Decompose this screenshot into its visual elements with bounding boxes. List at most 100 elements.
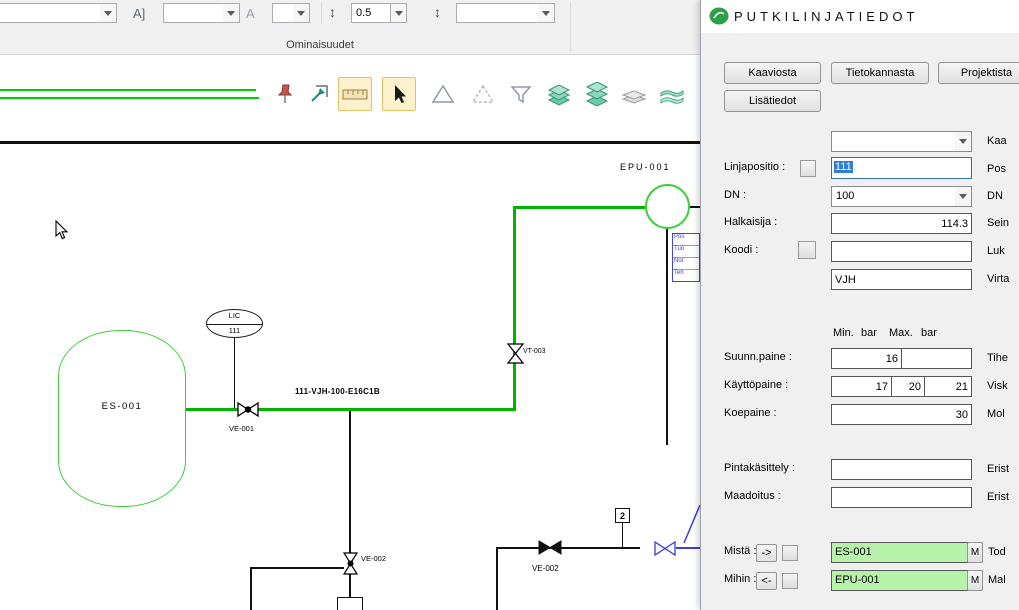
instrument-lead-line: [234, 338, 235, 408]
selected-text: 111: [834, 161, 853, 173]
koepaine-label: Koepaine :: [724, 407, 777, 419]
valve-label: VT-003: [523, 348, 546, 355]
valve-label: VE-002: [532, 564, 559, 573]
application-window: A] A ↕ 0.5 ↕ Ominaisuudet: [0, 0, 1019, 610]
right-label-mal: Mal: [988, 574, 1006, 586]
suunnpaine-min-field[interactable]: [831, 348, 902, 369]
equipment-box[interactable]: [337, 597, 363, 610]
valve-label: VE-002: [361, 554, 386, 563]
mista-label: Mistä :: [724, 545, 756, 557]
pump-drop-line[interactable]: [666, 229, 668, 445]
koepaine-field[interactable]: [831, 404, 972, 425]
right-label-mol: Mol: [987, 408, 1005, 420]
right-label-tod: Tod: [988, 546, 1006, 558]
kayttopaine-field-1[interactable]: [831, 376, 892, 397]
halkaisija-field[interactable]: [831, 213, 972, 234]
right-label-virta: Virta: [987, 273, 1009, 285]
linjapositio-label: Linjapositio :: [724, 161, 785, 173]
chevron-down-icon: [955, 187, 971, 206]
kaaviosta-button[interactable]: Kaaviosta: [724, 62, 821, 84]
linjapositio-field[interactable]: 111: [831, 157, 972, 179]
pintakasittely-label: Pintakäsittely :: [724, 462, 795, 474]
bar-header: bar: [921, 327, 937, 339]
instrument-lic[interactable]: LIC 111: [206, 309, 263, 338]
right-label-kaa: Kaa: [987, 135, 1007, 147]
line-combo[interactable]: [831, 131, 972, 152]
right-label-sein: Sein: [987, 217, 1009, 229]
right-label-dn: DN: [987, 190, 1003, 202]
mihin-field[interactable]: EPU-001: [831, 570, 968, 591]
valve-blue[interactable]: [654, 541, 676, 556]
right-label-tihe: Tihe: [987, 352, 1008, 364]
instrument-number: 111: [207, 326, 262, 335]
vessel-es001[interactable]: [58, 330, 186, 507]
mista-m-button[interactable]: M: [967, 542, 983, 563]
koodi-picker-button[interactable]: [798, 241, 816, 259]
lisatiedot-button[interactable]: Lisätiedot: [724, 90, 821, 112]
instrument-divider: [207, 324, 262, 325]
maadoitus-label: Maadoitus :: [724, 490, 781, 502]
info-row: Teh: [673, 270, 699, 282]
branch-line: [250, 567, 344, 569]
valve-label: VE-001: [229, 424, 254, 433]
pipe-segment-blue: [682, 503, 702, 545]
mista-arrow-button[interactable]: ->: [756, 544, 777, 562]
branch-line: [250, 567, 252, 610]
dialog-title: PUTKILINJATIEDOT: [734, 9, 918, 24]
kayttopaine-label: Käyttöpaine :: [724, 379, 788, 391]
dn-value: 100: [836, 190, 854, 202]
pump-info-table[interactable]: Pos Tuo Nor Teh: [672, 233, 700, 282]
kayttopaine-field-3[interactable]: [924, 376, 972, 397]
tietokannasta-button[interactable]: Tietokannasta: [831, 62, 929, 84]
pipe-segment[interactable]: [513, 206, 646, 209]
dn-label: DN :: [724, 189, 746, 201]
putkilinjatiedot-dialog: PUTKILINJATIEDOT Kaaviosta Tietokannasta…: [700, 0, 1019, 610]
dn-combo[interactable]: 100: [831, 186, 972, 207]
pump-epu001[interactable]: [645, 184, 690, 229]
branch-line[interactable]: [349, 411, 351, 556]
tunnus-field[interactable]: [831, 269, 972, 290]
right-label-luk: Luk: [987, 245, 1005, 257]
chevron-down-icon: [955, 132, 971, 151]
connector-node[interactable]: 2: [615, 508, 630, 523]
instrument-tag: LIC: [207, 311, 262, 320]
pintakasittely-field[interactable]: [831, 459, 972, 480]
pipe-tag[interactable]: 111-VJH-100-E16C1B: [295, 387, 380, 396]
vessel-label: ES-001: [58, 401, 186, 412]
pipe-segment[interactable]: [513, 206, 516, 411]
mista-field[interactable]: ES-001: [831, 542, 968, 563]
linjapositio-picker-button[interactable]: [800, 160, 816, 177]
mihin-m-button[interactable]: M: [967, 570, 983, 591]
pipe-segment-black[interactable]: [497, 547, 640, 549]
valve-vt003[interactable]: [507, 343, 524, 364]
mihin-arrow-button[interactable]: <-: [756, 572, 777, 590]
pipe-segment-black[interactable]: [496, 547, 498, 610]
max-header: Max.: [889, 327, 913, 339]
mouse-cursor-icon: [55, 220, 69, 240]
halkaisija-label: Halkaisija :: [724, 216, 777, 228]
bar-header: bar: [861, 327, 877, 339]
valve-ve001[interactable]: [237, 402, 259, 417]
suunnpaine-label: Suunn.paine :: [724, 351, 792, 363]
dialog-titlebar[interactable]: PUTKILINJATIEDOT: [701, 0, 1019, 33]
koodi-field[interactable]: [831, 241, 972, 262]
valve-ve002-horizontal[interactable]: [538, 540, 562, 555]
info-row: Pos: [673, 234, 699, 246]
maadoitus-field[interactable]: [831, 487, 972, 508]
koodi-label: Koodi :: [724, 244, 758, 256]
pump-label: EPU-001: [620, 162, 671, 172]
pipe-segment-blue: [676, 547, 700, 549]
branch-line: [349, 574, 351, 598]
mista-picker-button[interactable]: [782, 545, 798, 561]
kayttopaine-field-2[interactable]: [891, 376, 925, 397]
app-icon: [709, 7, 729, 25]
suunnpaine-max-field[interactable]: [901, 348, 972, 369]
min-header: Min.: [833, 327, 854, 339]
node-stub-line: [622, 523, 624, 547]
info-row: Nor: [673, 258, 699, 270]
projektista-button[interactable]: Projektista: [938, 62, 1019, 84]
mihin-picker-button[interactable]: [782, 573, 798, 589]
valve-ve002-vertical[interactable]: [343, 552, 358, 575]
pipe-segment[interactable]: [186, 408, 516, 411]
info-row: Tuo: [673, 246, 699, 258]
